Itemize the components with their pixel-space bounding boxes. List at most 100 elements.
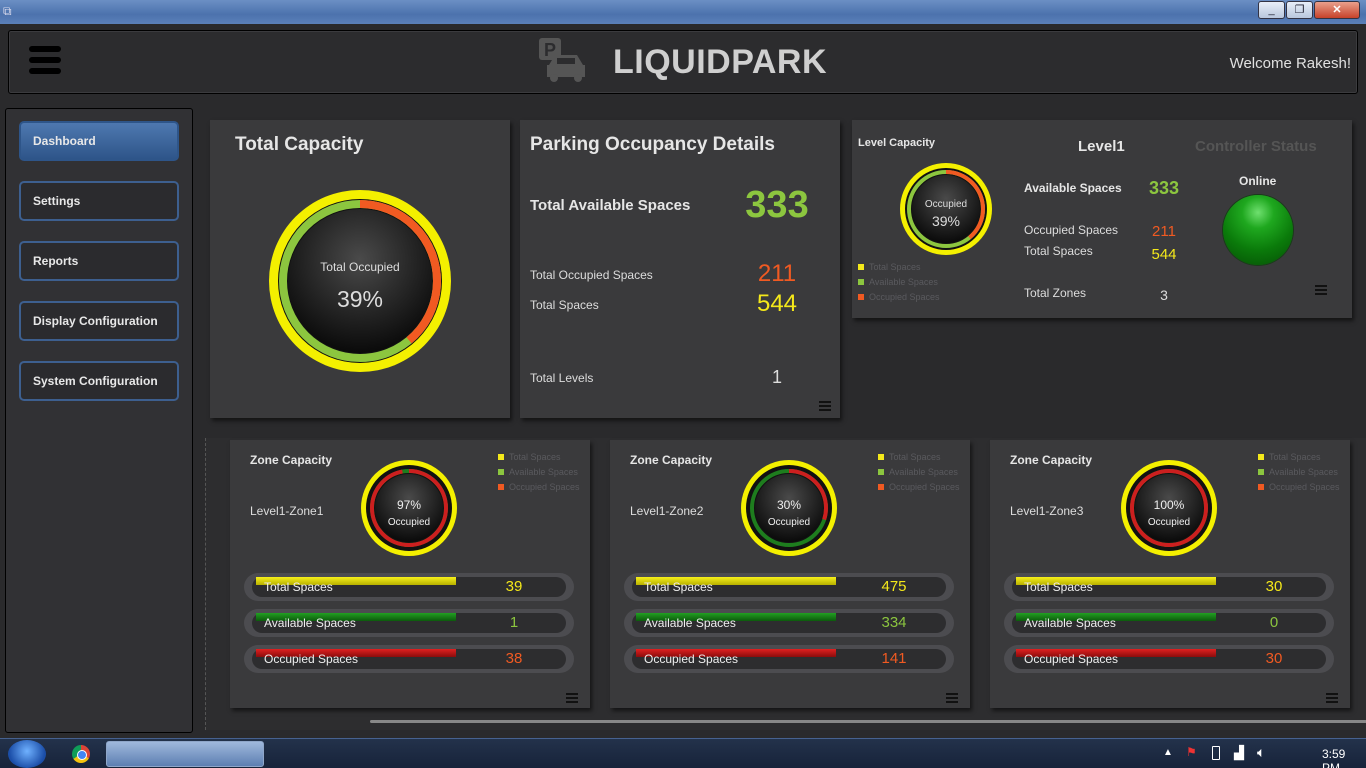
total-levels-value: 1 [771, 367, 782, 387]
show-hidden-icons-icon[interactable]: ▲ [1163, 747, 1173, 758]
total-spaces-value: 544 [756, 290, 798, 317]
zone-occupied-label: Occupied [768, 517, 810, 528]
zone-percent: 100% [1154, 498, 1185, 512]
welcome-text: Welcome Rakesh! [1229, 55, 1351, 72]
zone-occupied-value: 141 [881, 650, 907, 667]
zone-capacity-title: Zone Capacity [1010, 453, 1093, 467]
level-zones-label: Total Zones [1024, 286, 1087, 300]
menu-icon[interactable] [1315, 285, 1327, 295]
liquidpark-taskbar-button[interactable] [106, 741, 264, 767]
legend-total-spaces: Total Spaces [878, 450, 960, 465]
windows-taskbar: ▲ ⚑ ▟ 🔈︎ 3:59 PM [0, 738, 1366, 768]
level-available-value: 333 [1148, 178, 1180, 198]
nav-settings-button[interactable]: Settings [19, 181, 179, 221]
occupancy-title: Parking Occupancy Details [530, 134, 775, 155]
zone-total-value: 30 [1265, 578, 1283, 595]
nav-system-configuration-button[interactable]: System Configuration [19, 361, 179, 401]
zone-capacity-card: Zone Capacity Level1-Zone3 100% Occupied… [990, 440, 1350, 708]
zone-total-label: Total Spaces [644, 580, 713, 594]
window-titlebar: ⧉ _ ❐ ✕ [0, 0, 1366, 24]
menu-icon[interactable] [566, 693, 578, 703]
level-legend: Total Spaces Available Spaces Occupied S… [858, 260, 940, 305]
legend-occupied-spaces: Occupied Spaces [1258, 480, 1340, 495]
level-capacity-card: Level Capacity Occupied 39% Total Spaces… [852, 120, 1352, 318]
controller-status-label: Controller Status [1195, 138, 1317, 155]
zone-percent: 97% [397, 498, 421, 512]
zone-occupied-label: Occupied Spaces [1024, 652, 1119, 666]
zone-occupied-spaces-bar: Occupied Spaces 38 [244, 645, 574, 673]
level-total-value: 544 [1151, 246, 1177, 263]
zone-available-label: Available Spaces [1024, 616, 1116, 630]
maximize-button[interactable]: ❐ [1286, 1, 1313, 19]
zone-total-value: 39 [505, 578, 523, 595]
zone-total-spaces-bar: Total Spaces 39 [244, 573, 574, 601]
total-occupied-spaces-value: 211 [757, 260, 797, 287]
zone-donut: 97% Occupied [361, 460, 457, 556]
battery-icon[interactable] [1212, 746, 1220, 760]
total-capacity-donut: Total Occupied 39% [269, 190, 451, 372]
zone-donut: 100% Occupied [1121, 460, 1217, 556]
action-center-flag-icon[interactable]: ⚑ [1186, 745, 1197, 759]
zone-occupied-label: Occupied Spaces [644, 652, 739, 666]
zone-available-value: 0 [1269, 614, 1279, 631]
nav-display-configuration-button[interactable]: Display Configuration [19, 301, 179, 341]
online-status-indicator-icon [1223, 195, 1293, 265]
total-spaces-label: Total Spaces [530, 298, 599, 312]
parking-car-icon: P [539, 38, 585, 82]
level-name: Level1 [1078, 138, 1125, 155]
zone-total-value: 475 [881, 578, 907, 595]
legend-available-spaces: Available Spaces [1258, 465, 1340, 480]
chrome-taskbar-icon[interactable] [72, 745, 90, 763]
zone-occupied-label: Occupied Spaces [264, 652, 359, 666]
zone-capacity-card: Zone Capacity Level1-Zone2 30% Occupied … [610, 440, 970, 708]
zone-available-spaces-bar: Available Spaces 0 [1004, 609, 1334, 637]
zone-donut: 30% Occupied [741, 460, 837, 556]
zone-total-label: Total Spaces [1024, 580, 1093, 594]
zone-available-label: Available Spaces [644, 616, 736, 630]
start-button-icon[interactable] [8, 740, 46, 768]
level-capacity-title: Level Capacity [858, 137, 936, 149]
zone-legend: Total Spaces Available Spaces Occupied S… [498, 450, 580, 495]
controller-status-text: Online [1239, 174, 1277, 188]
app-window-icon: ⧉ [3, 4, 12, 18]
nav-dashboard-button[interactable]: Dashboard [19, 121, 179, 161]
level-zones-value: 3 [1160, 287, 1168, 303]
legend-occupied-spaces: Occupied Spaces [858, 290, 940, 305]
network-signal-icon[interactable]: ▟ [1234, 745, 1244, 761]
menu-icon[interactable] [819, 401, 831, 411]
app-header: P LIQUIDPARK Welcome Rakesh! [8, 30, 1358, 94]
total-occupied-spaces-label: Total Occupied Spaces [530, 268, 653, 282]
zone-available-spaces-bar: Available Spaces 334 [624, 609, 954, 637]
nav-reports-button[interactable]: Reports [19, 241, 179, 281]
level-occupied-label: Occupied Spaces [1024, 223, 1119, 237]
legend-available-spaces: Available Spaces [858, 275, 940, 290]
volume-icon[interactable]: 🔈︎ [1257, 744, 1265, 761]
app-title: LIQUIDPARK [613, 43, 828, 81]
legend-occupied-spaces: Occupied Spaces [498, 480, 580, 495]
menu-icon[interactable] [946, 693, 958, 703]
level-capacity-donut: Occupied 39% [900, 163, 992, 255]
total-available-label: Total Available Spaces [530, 197, 691, 214]
zone-legend: Total Spaces Available Spaces Occupied S… [1258, 450, 1340, 495]
zone-capacity-title: Zone Capacity [630, 453, 713, 467]
taskbar-clock[interactable]: 3:59 PM [1322, 747, 1366, 768]
legend-total-spaces: Total Spaces [1258, 450, 1340, 465]
horizontal-scrollbar[interactable] [370, 720, 1366, 723]
close-button[interactable]: ✕ [1314, 1, 1360, 19]
menu-icon[interactable] [1326, 693, 1338, 703]
hamburger-menu-icon[interactable] [29, 46, 61, 76]
zone-legend: Total Spaces Available Spaces Occupied S… [878, 450, 960, 495]
zone-occupied-label: Occupied [1148, 517, 1190, 528]
zone-occupied-label: Occupied [388, 517, 430, 528]
zone-occupied-spaces-bar: Occupied Spaces 30 [1004, 645, 1334, 673]
zone-percent: 30% [777, 498, 801, 512]
zone-name: Level1-Zone1 [250, 504, 324, 518]
total-occupied-percent: 39% [337, 286, 383, 312]
total-capacity-card: Total Capacity Total Occupied 39% [210, 120, 510, 418]
zone-capacity-title: Zone Capacity [250, 453, 333, 467]
zone-name: Level1-Zone3 [1010, 504, 1084, 518]
zone-total-spaces-bar: Total Spaces 475 [624, 573, 954, 601]
legend-available-spaces: Available Spaces [498, 465, 580, 480]
zone-occupied-value: 30 [1265, 650, 1283, 667]
minimize-button[interactable]: _ [1258, 1, 1285, 19]
